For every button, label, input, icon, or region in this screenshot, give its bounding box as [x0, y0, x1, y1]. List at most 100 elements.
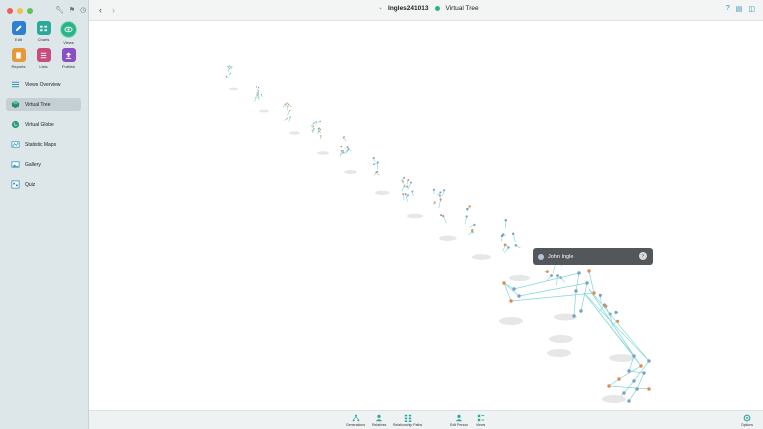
edit-person-button[interactable]: Edit Person — [450, 413, 468, 427]
person-node[interactable] — [404, 193, 407, 196]
person-node[interactable] — [604, 304, 608, 308]
person-node[interactable] — [255, 86, 258, 88]
person-node[interactable] — [320, 135, 322, 137]
person-node[interactable] — [433, 201, 436, 204]
person-node[interactable] — [346, 146, 349, 149]
nav-gallery[interactable]: Gallery — [6, 158, 81, 171]
person-node[interactable] — [438, 194, 441, 197]
person-node[interactable] — [228, 68, 230, 70]
person-node[interactable] — [340, 145, 343, 148]
person-node[interactable] — [260, 94, 263, 96]
person-node[interactable] — [229, 65, 231, 67]
nav-statistic-maps[interactable]: Statistic Maps — [6, 138, 81, 151]
person-node[interactable] — [632, 379, 636, 383]
person-node[interactable] — [411, 190, 414, 193]
person-node[interactable] — [255, 96, 257, 98]
person-node[interactable] — [550, 274, 553, 277]
person-node[interactable] — [585, 281, 589, 285]
person-node[interactable] — [615, 319, 620, 323]
person-node[interactable] — [500, 234, 504, 238]
nav-views-overview[interactable]: Views Overview — [6, 78, 81, 91]
person-node[interactable] — [507, 246, 510, 249]
person-node[interactable] — [406, 185, 409, 188]
app-lists[interactable]: Lists — [31, 48, 56, 69]
person-node[interactable] — [343, 136, 345, 138]
person-node[interactable] — [466, 207, 469, 211]
person-node[interactable] — [607, 384, 611, 388]
relationship-paths-button[interactable]: Relationship Paths — [393, 413, 422, 427]
person-node[interactable] — [556, 274, 559, 277]
history-icon[interactable]: ◷ — [80, 6, 86, 14]
person-node[interactable] — [503, 243, 507, 247]
person-node[interactable] — [347, 148, 350, 150]
virtual-tree-canvas[interactable] — [89, 21, 763, 410]
app-views[interactable]: Views — [56, 21, 81, 45]
person-node[interactable] — [617, 377, 621, 381]
app-reports[interactable]: Reports — [6, 48, 31, 69]
person-node[interactable] — [504, 218, 508, 222]
person-node[interactable] — [407, 194, 409, 197]
person-node[interactable] — [340, 149, 343, 152]
person-node[interactable] — [465, 215, 468, 218]
options-button[interactable]: Options — [741, 413, 753, 427]
person-node[interactable] — [342, 151, 344, 154]
person-node[interactable] — [401, 180, 404, 183]
virtual-tree-scene[interactable] — [89, 21, 763, 410]
go-to-person-icon[interactable]: › — [639, 252, 647, 260]
person-node[interactable] — [579, 309, 583, 313]
nav-virtual-globe[interactable]: Virtual Globe — [6, 118, 81, 131]
person-node[interactable] — [614, 310, 618, 315]
forward-arrow-icon[interactable]: › — [112, 5, 115, 15]
person-node[interactable] — [342, 150, 344, 152]
person-node[interactable] — [440, 214, 443, 217]
person-node[interactable] — [502, 281, 506, 285]
app-charts[interactable]: Charts — [31, 21, 56, 45]
person-node[interactable] — [317, 128, 320, 130]
views-button[interactable]: Views — [476, 413, 485, 427]
person-node[interactable] — [256, 91, 258, 94]
person-node[interactable] — [375, 171, 378, 174]
person-node[interactable] — [319, 128, 322, 131]
help-icon[interactable]: ? — [726, 5, 730, 13]
person-node[interactable] — [313, 128, 315, 130]
person-node[interactable] — [231, 66, 233, 68]
person-node[interactable] — [225, 76, 227, 78]
person-node[interactable] — [632, 354, 636, 358]
app-edit[interactable]: Edit — [6, 21, 31, 45]
person-node[interactable] — [312, 130, 314, 132]
zoom-window-button[interactable] — [27, 8, 33, 14]
person-node[interactable] — [286, 117, 288, 120]
person-node[interactable] — [639, 364, 643, 368]
folder-icon[interactable]: ▤ — [736, 5, 743, 13]
person-node[interactable] — [627, 399, 631, 403]
person-node[interactable] — [257, 86, 260, 89]
person-node[interactable] — [511, 232, 515, 236]
person-node[interactable] — [289, 116, 291, 118]
app-publish[interactable]: Publish — [56, 48, 81, 69]
person-node[interactable] — [313, 122, 315, 124]
person-node[interactable] — [627, 369, 631, 373]
person-node[interactable] — [443, 189, 446, 192]
bookmark-icon[interactable]: ⚑ — [69, 6, 75, 14]
person-node[interactable] — [587, 269, 591, 273]
person-node[interactable] — [647, 359, 651, 363]
relatives-button[interactable]: Relatives — [372, 413, 386, 427]
minimize-window-button[interactable] — [17, 8, 23, 14]
person-node[interactable] — [403, 176, 406, 179]
person-node[interactable] — [230, 72, 232, 74]
person-node[interactable] — [315, 121, 317, 123]
person-node[interactable] — [287, 103, 290, 105]
person-node[interactable] — [442, 215, 445, 218]
person-node[interactable] — [312, 125, 315, 128]
person-node[interactable] — [598, 293, 602, 297]
person-node[interactable] — [432, 188, 436, 191]
wrench-icon[interactable]: 🔧︎ — [55, 6, 64, 14]
person-node[interactable] — [410, 181, 413, 184]
close-window-button[interactable] — [7, 8, 13, 14]
nav-quiz[interactable]: Quiz — [6, 178, 81, 191]
person-node[interactable] — [319, 120, 321, 123]
person-node[interactable] — [473, 223, 476, 227]
generations-button[interactable]: Generations — [346, 413, 365, 427]
person-node[interactable] — [471, 228, 474, 232]
back-arrow-icon[interactable]: ‹ — [99, 5, 102, 15]
